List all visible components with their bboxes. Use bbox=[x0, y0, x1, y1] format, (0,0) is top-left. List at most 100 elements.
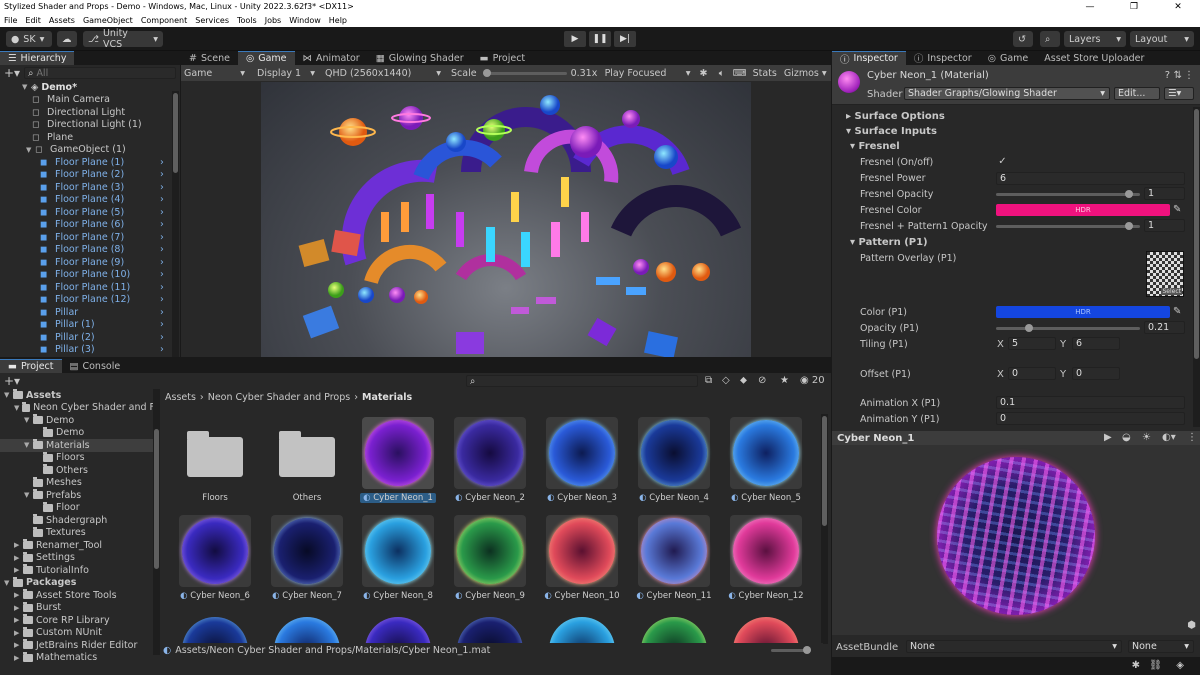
tab-project[interactable]: ▬ Project bbox=[0, 359, 62, 373]
menu-edit[interactable]: Edit bbox=[21, 14, 45, 27]
breadcrumb-neon-cyber[interactable]: Neon Cyber Shader and Props bbox=[208, 392, 350, 403]
add-icon[interactable]: +▾ bbox=[4, 66, 20, 80]
lighting-icon[interactable]: ◈ bbox=[1176, 660, 1184, 671]
chevron-right-icon[interactable]: › bbox=[160, 169, 164, 180]
project-tree-item[interactable]: Shadergraph bbox=[0, 514, 155, 527]
game-render-image[interactable] bbox=[261, 82, 751, 357]
tree-arrow-icon[interactable]: ▼ bbox=[4, 579, 13, 587]
chevron-right-icon[interactable]: › bbox=[160, 244, 164, 255]
breadcrumb-assets[interactable]: Assets bbox=[165, 392, 196, 403]
tree-arrow-icon[interactable]: ▶ bbox=[14, 554, 23, 562]
history-button[interactable]: ↺ bbox=[1013, 31, 1033, 47]
fresnel-pattern-opacity-slider[interactable] bbox=[996, 221, 1140, 231]
asset-material[interactable]: ◐ Cyber Neon_7 bbox=[266, 515, 348, 601]
project-tree-scrollbar[interactable] bbox=[153, 389, 160, 655]
hierarchy-item[interactable]: ◼ Floor Plane (7) › bbox=[26, 231, 180, 244]
tree-arrow-icon[interactable]: ▶ bbox=[14, 641, 23, 649]
material-thumbnail[interactable] bbox=[638, 613, 710, 643]
project-tree-item[interactable]: ▶ Asset Store Tools bbox=[0, 589, 155, 602]
game-mode-dropdown[interactable]: Game ▾ bbox=[181, 68, 249, 79]
surface-options-foldout[interactable]: ▸ Surface Options bbox=[846, 111, 945, 122]
tag-icon[interactable]: ⬥ bbox=[740, 375, 747, 386]
favorite-icon[interactable]: ★ bbox=[780, 375, 789, 386]
maximize-button[interactable]: ❐ bbox=[1112, 0, 1156, 14]
hierarchy-item[interactable]: ◼ Floor Plane (9) › bbox=[26, 256, 180, 269]
asset-material[interactable]: ◐ Cyber Neon_10 bbox=[541, 515, 623, 601]
asset-folder[interactable]: Others bbox=[266, 417, 348, 503]
chevron-right-icon[interactable]: › bbox=[160, 282, 164, 293]
chevron-down-icon[interactable]: ▾ bbox=[822, 68, 827, 79]
material-thumbnail[interactable] bbox=[362, 613, 434, 643]
asset-grid-scrollbar[interactable] bbox=[821, 414, 828, 644]
material-thumbnail[interactable] bbox=[730, 613, 802, 643]
chevron-right-icon[interactable]: › bbox=[160, 207, 164, 218]
project-tree-item[interactable]: ▶ Burst bbox=[0, 601, 155, 615]
opacity-p1-slider[interactable] bbox=[996, 323, 1140, 333]
sphere-mesh-icon[interactable]: ◒ bbox=[1122, 432, 1131, 443]
menu-assets[interactable]: Assets bbox=[45, 14, 79, 27]
tab-game[interactable]: ◎ Game bbox=[237, 51, 295, 65]
inspector-scrollbar[interactable] bbox=[1193, 107, 1200, 427]
fresnel-opacity-slider[interactable] bbox=[996, 189, 1140, 199]
context-menu-icon[interactable]: ⋮ bbox=[1184, 70, 1194, 81]
tree-arrow-icon[interactable]: ▶ bbox=[14, 604, 23, 612]
keyboard-icon[interactable]: ⌨ bbox=[731, 68, 749, 79]
resolution-dropdown[interactable]: QHD (2560x1440) ▾ bbox=[319, 68, 445, 79]
chevron-right-icon[interactable]: › bbox=[160, 157, 164, 168]
breadcrumb-materials[interactable]: Materials bbox=[362, 392, 412, 403]
display-dropdown[interactable]: Display 1 ▾ bbox=[249, 68, 319, 79]
tiling-y-input[interactable]: 6 bbox=[1072, 337, 1120, 350]
project-tree-item[interactable]: ▶ Custom NUnit bbox=[0, 626, 155, 640]
layout-dropdown[interactable]: Layout ▾ bbox=[1130, 31, 1194, 47]
chevron-right-icon[interactable]: › bbox=[160, 219, 164, 230]
project-tree-item[interactable]: ▼ Neon Cyber Shader and F bbox=[0, 401, 155, 415]
filter-by-label-icon[interactable]: ◇ bbox=[722, 375, 730, 386]
tree-arrow-icon[interactable]: ▼ bbox=[24, 441, 33, 449]
tab-glowing-shader[interactable]: ▦ Glowing Shader bbox=[368, 51, 472, 65]
hierarchy-item[interactable]: ◻ Directional Light (1) bbox=[26, 119, 180, 132]
preview-mode-icon[interactable]: ◐▾ bbox=[1162, 432, 1176, 443]
chevron-right-icon[interactable]: › bbox=[160, 182, 164, 193]
hierarchy-item[interactable]: ◻ Directional Light bbox=[26, 106, 180, 119]
play-focused-dropdown[interactable]: Play Focused ▾ bbox=[601, 68, 695, 79]
pause-button[interactable]: ❚❚ bbox=[589, 31, 611, 47]
anim-y-input[interactable]: 0 bbox=[996, 412, 1185, 425]
asset-material[interactable]: ◐ Cyber Neon_8 bbox=[357, 515, 439, 601]
tab-inspector[interactable]: ⓘ Inspector bbox=[832, 51, 906, 66]
hierarchy-item[interactable]: ◼ Floor Plane (5) › bbox=[26, 206, 180, 219]
add-icon[interactable]: +▾ bbox=[4, 374, 20, 388]
hierarchy-item[interactable]: ◼ Floor Plane (10) › bbox=[26, 269, 180, 282]
project-tree-item[interactable]: Others bbox=[0, 464, 155, 477]
hierarchy-item[interactable]: ◼ Pillar (3) › bbox=[26, 344, 180, 357]
asset-material[interactable]: ◐ Cyber Neon_9 bbox=[449, 515, 531, 601]
tree-arrow-icon[interactable]: ▶ bbox=[14, 654, 23, 662]
hierarchy-item[interactable]: ◼ Floor Plane (3) › bbox=[26, 181, 180, 194]
tree-arrow-icon[interactable]: ▼ bbox=[4, 391, 13, 399]
material-thumbnail[interactable] bbox=[179, 613, 251, 643]
menu-file[interactable]: File bbox=[0, 14, 21, 27]
fresnel-color-swatch[interactable]: HDR bbox=[996, 204, 1170, 216]
project-tree-item[interactable]: Floor bbox=[0, 501, 155, 515]
preset-icon[interactable]: ⇅ bbox=[1174, 70, 1182, 81]
filter-by-type-icon[interactable]: ⧉ bbox=[705, 375, 712, 386]
pattern-texture-slot[interactable]: Select bbox=[1146, 251, 1184, 297]
tab-game-2[interactable]: ◎ Game bbox=[980, 51, 1037, 65]
menu-services[interactable]: Services bbox=[191, 14, 233, 27]
project-tree-item[interactable]: ▶ TutorialInfo bbox=[0, 564, 155, 577]
tab-asset-store-uploader[interactable]: Asset Store Uploader bbox=[1036, 51, 1152, 65]
debug-icon[interactable]: ✱ bbox=[1132, 660, 1140, 671]
hierarchy-item[interactable]: ◼ Floor Plane (6) › bbox=[26, 219, 180, 232]
project-tree-item[interactable]: ▼ Assets bbox=[0, 389, 155, 402]
asset-material[interactable]: ◐ Cyber Neon_11 bbox=[633, 515, 715, 601]
opacity-p1-input[interactable]: 0.21 bbox=[1144, 321, 1185, 334]
tab-project[interactable]: ▬ Project bbox=[472, 51, 534, 65]
account-button[interactable]: ● SK ▾ bbox=[6, 31, 52, 47]
material-thumbnail[interactable] bbox=[454, 613, 526, 643]
fresnel-power-input[interactable]: 6 bbox=[996, 172, 1185, 185]
bookmark-icon[interactable]: ⬢ bbox=[1187, 620, 1196, 631]
shader-dropdown[interactable]: Shader Graphs/Glowing Shader ▾ bbox=[904, 87, 1110, 100]
tiling-x-input[interactable]: 5 bbox=[1008, 337, 1056, 350]
hierarchy-item[interactable]: ◼ Floor Plane (2) › bbox=[26, 169, 180, 182]
scene-row[interactable]: ▼ ◈ Demo* bbox=[22, 81, 180, 94]
search-button[interactable]: ⌕ bbox=[1040, 31, 1060, 47]
